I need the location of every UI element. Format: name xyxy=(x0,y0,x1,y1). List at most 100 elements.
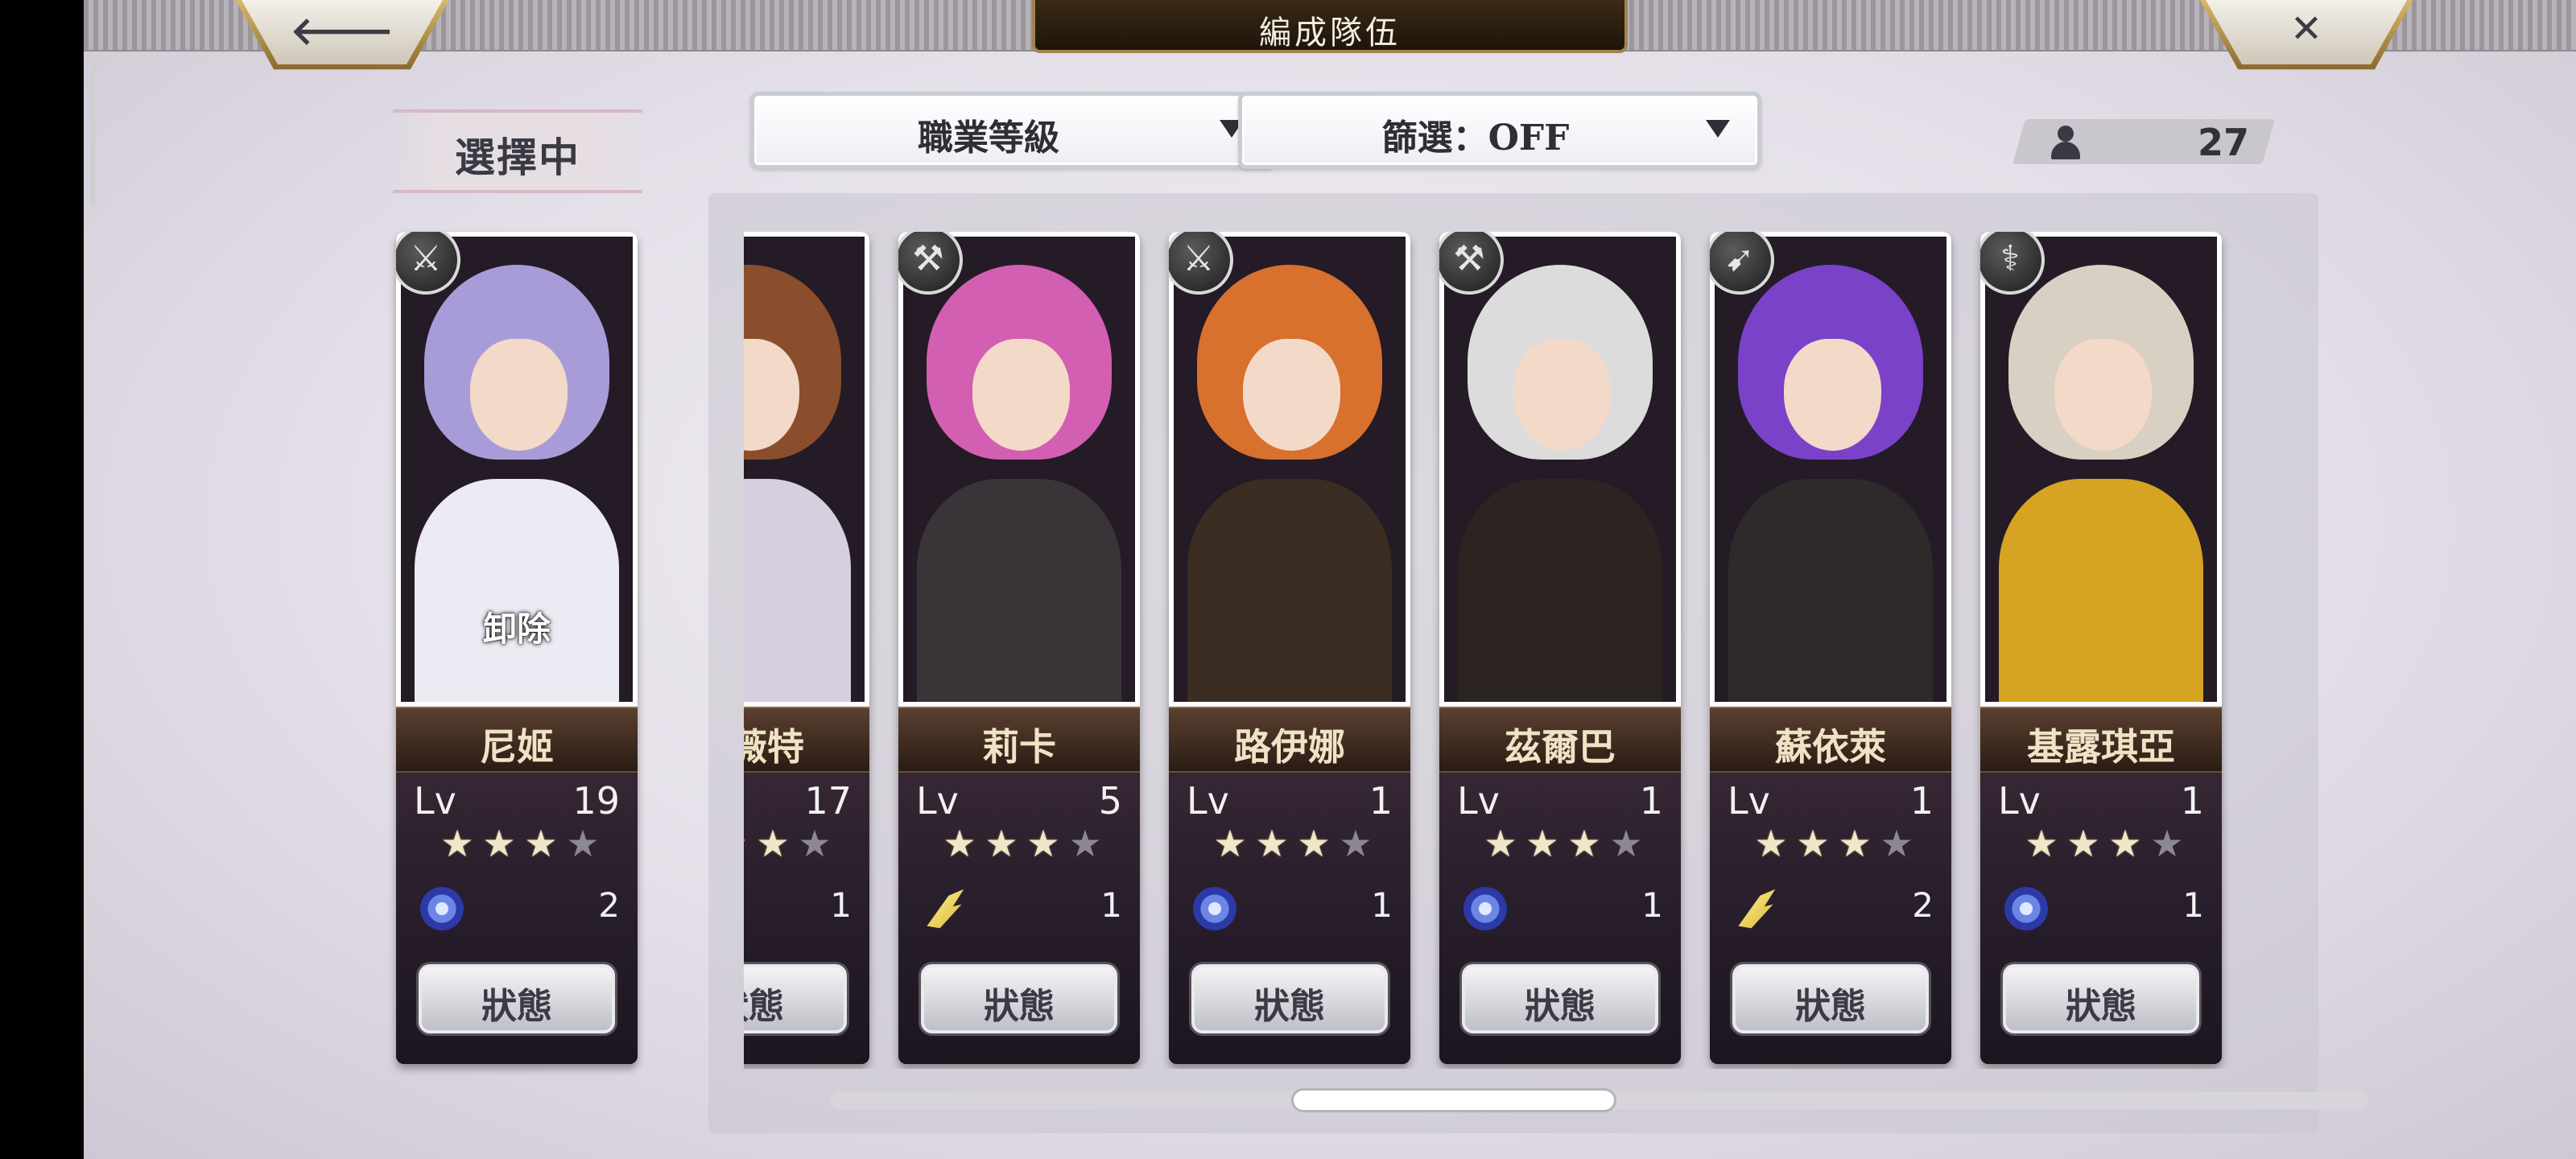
status-button-label: 狀態 xyxy=(984,986,1055,1027)
star-filled-icon: ★ xyxy=(756,822,790,865)
unit-name: 尼姬 xyxy=(480,725,554,769)
roster-unit-card[interactable]: ⚔ 路伊娜 Lv 1 ★ ★ ★ ★ 1 狀態 xyxy=(1169,232,1410,1064)
water-element-icon xyxy=(1463,887,1507,930)
filter-dropdown[interactable]: 篩選：OFF xyxy=(1238,92,1761,169)
star-filled-icon: ★ xyxy=(2108,822,2142,865)
unit-name-plate: 碧薇特 xyxy=(744,707,869,773)
roster-unit-card[interactable]: ➶碧薇特Lv17★★★★1狀態 xyxy=(744,232,869,1064)
status-button[interactable]: 狀態 xyxy=(1191,964,1388,1033)
star-filled-icon: ★ xyxy=(1297,822,1331,865)
star-empty-icon: ★ xyxy=(1609,822,1643,865)
star-empty-icon: ★ xyxy=(566,822,600,865)
unit-name-plate: 莉卡 xyxy=(898,707,1140,773)
portrait-body xyxy=(1458,478,1662,702)
water-element-icon xyxy=(2004,887,2048,930)
element-count: 1 xyxy=(1371,885,1393,925)
unit-name: 莉卡 xyxy=(982,725,1056,769)
level-label: Lv xyxy=(916,779,959,823)
unit-name-plate: 蘇依萊 xyxy=(1710,707,1951,773)
class-icon-glyph: ⚒ xyxy=(1453,238,1485,279)
element-count: 1 xyxy=(830,885,852,925)
portrait-face xyxy=(1243,339,1341,451)
character-portrait xyxy=(1710,232,1951,707)
portrait-face xyxy=(972,339,1071,451)
star-empty-icon: ★ xyxy=(2150,822,2184,865)
back-button[interactable]: 🡐 xyxy=(235,0,449,70)
unit-name: 碧薇特 xyxy=(744,725,804,769)
element-count: 1 xyxy=(1641,885,1663,925)
character-portrait: 卸除 xyxy=(396,232,638,707)
level-value: 1 xyxy=(1639,779,1663,823)
roster-unit-card[interactable]: ⚕ 基露琪亞 Lv 1 ★ ★ ★ ★ 1 狀態 xyxy=(1980,232,2222,1064)
star-filled-icon: ★ xyxy=(1838,822,1872,865)
status-button[interactable]: 狀態 xyxy=(2003,964,2199,1033)
person-icon xyxy=(2050,126,2082,159)
unit-name-plate: 路伊娜 xyxy=(1169,707,1410,773)
roster-unit-card[interactable]: ⚒ 茲爾巴 Lv 1 ★ ★ ★ ★ 1 狀態 xyxy=(1439,232,1681,1064)
class-icon-glyph: ⚔ xyxy=(1183,238,1215,279)
level-label: Lv xyxy=(1728,779,1770,823)
sort-dropdown[interactable]: 職業等級 xyxy=(750,92,1275,169)
star-rating: ★★★★ xyxy=(1209,823,1377,864)
star-filled-icon: ★ xyxy=(1567,822,1601,865)
water-element-icon xyxy=(1193,887,1236,930)
character-portrait xyxy=(1980,232,2222,707)
level-value: 19 xyxy=(572,779,620,823)
remove-label[interactable]: 卸除 xyxy=(401,602,633,651)
class-icon-glyph: ⚔ xyxy=(410,238,442,279)
star-rating: ★★★★ xyxy=(1480,823,1647,864)
portrait-face xyxy=(2054,339,2153,451)
selecting-tab: 選擇中 xyxy=(393,109,642,193)
status-button[interactable]: 狀態 xyxy=(419,964,615,1033)
status-button-label: 狀態 xyxy=(481,986,552,1027)
character-portrait xyxy=(1439,232,1681,707)
status-button-label: 狀態 xyxy=(1254,986,1325,1027)
close-button[interactable]: ✕ xyxy=(2199,0,2413,70)
status-button[interactable]: 狀態 xyxy=(744,964,847,1033)
roster-list[interactable]: ➶碧薇特Lv17★★★★1狀態⚒莉卡Lv5★★★★1狀態⚔路伊娜Lv1★★★★1… xyxy=(744,232,2286,1069)
star-filled-icon: ★ xyxy=(2025,822,2058,865)
star-filled-icon: ★ xyxy=(440,822,474,865)
status-button[interactable]: 狀態 xyxy=(1462,964,1658,1033)
roster-unit-card[interactable]: ⚒ 莉卡 Lv 5 ★ ★ ★ ★ 1 狀態 xyxy=(898,232,1140,1064)
filter-dropdown-label: 篩選：OFF xyxy=(1381,118,1570,159)
level-label: Lv xyxy=(1187,779,1229,823)
status-button[interactable]: 狀態 xyxy=(1732,964,1929,1033)
roster-unit-card[interactable]: ➹ 蘇依萊 Lv 1 ★ ★ ★ ★ 2 狀態 xyxy=(1710,232,1951,1064)
sort-dropdown-label: 職業等級 xyxy=(918,118,1059,159)
portrait-body xyxy=(1187,478,1392,702)
unit-name: 蘇依萊 xyxy=(1775,725,1886,769)
character-portrait xyxy=(1169,232,1410,707)
person-icon-head xyxy=(2058,126,2074,142)
star-empty-icon: ★ xyxy=(1339,822,1373,865)
page-title: 編成隊伍 xyxy=(1259,14,1401,52)
star-rating: ★★★★ xyxy=(2021,823,2188,864)
level-value: 1 xyxy=(1909,779,1934,823)
class-icon-glyph: ⚒ xyxy=(912,238,944,279)
star-rating: ★★★★ xyxy=(1750,823,1918,864)
star-filled-icon: ★ xyxy=(943,822,976,865)
scrollbar-thumb[interactable] xyxy=(1291,1088,1617,1112)
status-button-label: 狀態 xyxy=(1525,986,1596,1027)
status-button-label: 狀態 xyxy=(2066,986,2136,1027)
level-value: 5 xyxy=(1098,779,1122,823)
close-x-icon: ✕ xyxy=(2289,6,2323,52)
level-value: 1 xyxy=(2180,779,2204,823)
star-filled-icon: ★ xyxy=(2066,822,2100,865)
dropdown-arrow-icon xyxy=(1706,120,1730,138)
unit-name: 基露琪亞 xyxy=(2027,725,2175,769)
star-filled-icon: ★ xyxy=(1026,822,1060,865)
selected-unit-card[interactable]: ⚔ 卸除 尼姬 Lv 19 ★ ★ ★ ★ 2 狀態 xyxy=(396,232,638,1064)
portrait-body xyxy=(917,478,1121,702)
level-value: 17 xyxy=(804,779,852,823)
star-filled-icon: ★ xyxy=(482,822,516,865)
level-value: 1 xyxy=(1368,779,1393,823)
star-filled-icon: ★ xyxy=(744,823,752,864)
unit-name-plate: 尼姬 xyxy=(396,707,638,773)
unit-name-plate: 基露琪亞 xyxy=(1980,707,2222,773)
portrait-body xyxy=(744,478,851,702)
star-filled-icon: ★ xyxy=(985,822,1018,865)
portrait-face xyxy=(470,339,568,451)
level-label: Lv xyxy=(414,779,456,823)
status-button[interactable]: 狀態 xyxy=(921,964,1117,1033)
